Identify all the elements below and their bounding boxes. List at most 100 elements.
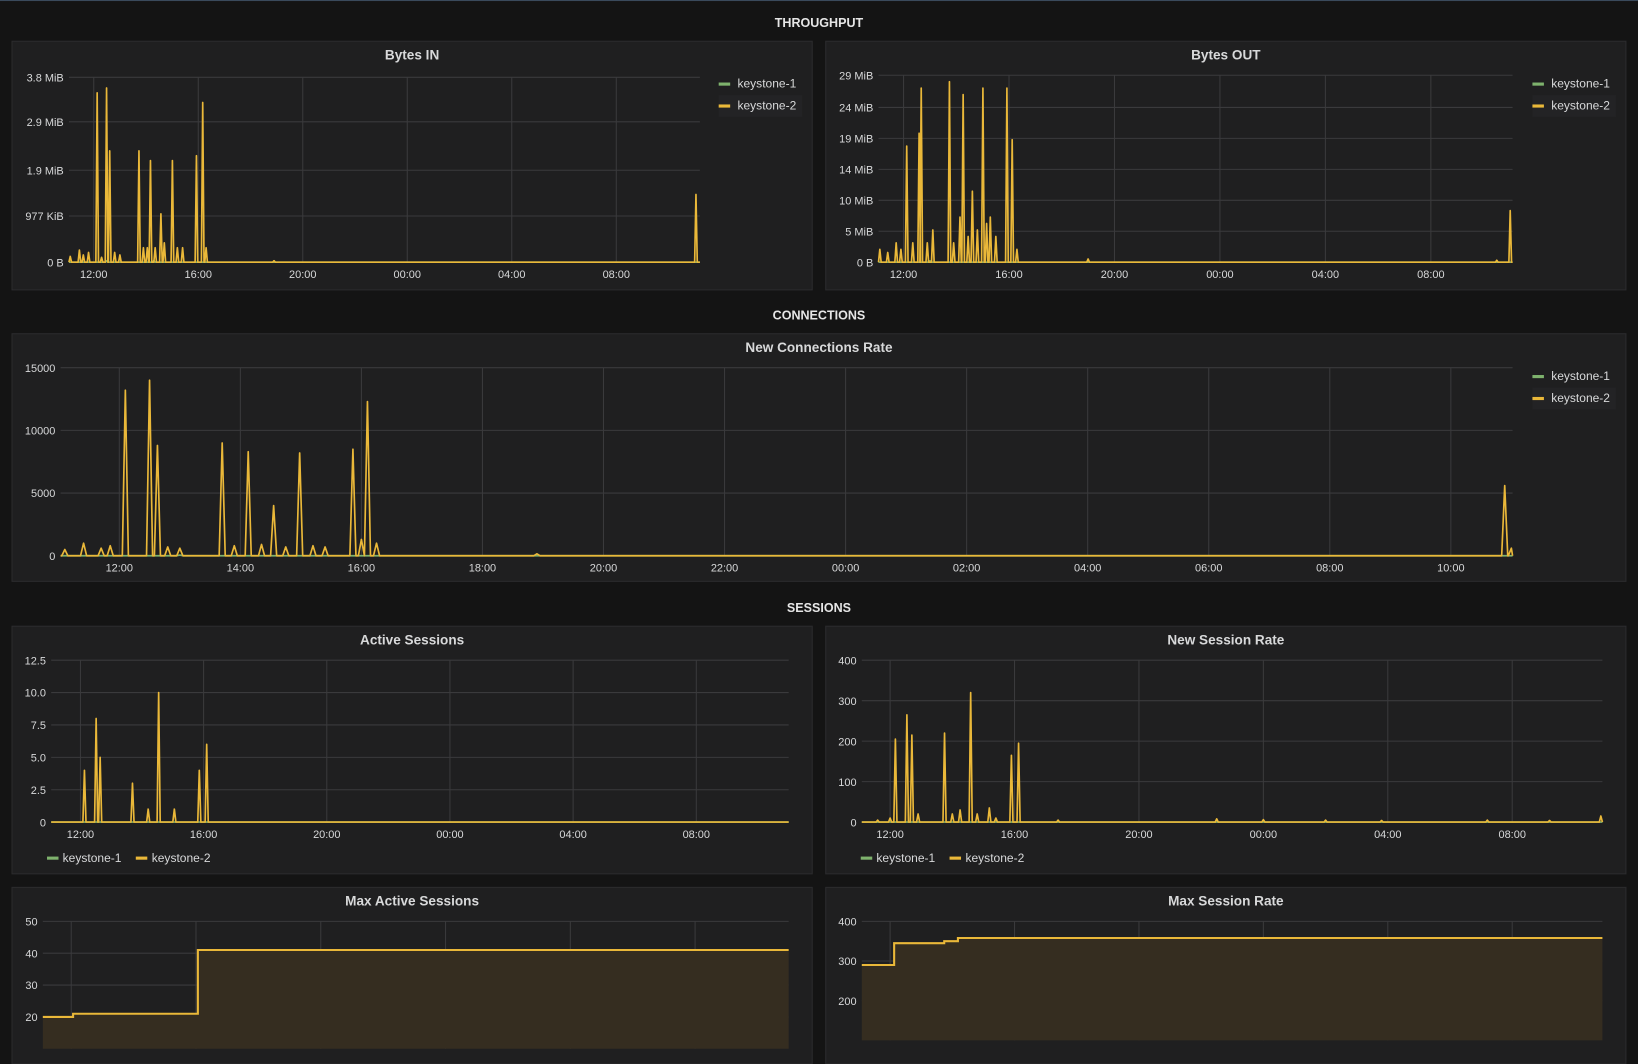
y-tick-label: 7.5 <box>31 720 46 732</box>
x-tick-label: 22:00 <box>711 562 738 574</box>
y-tick-label: 12.5 <box>25 655 46 667</box>
legend: keystone-1 keystone-2 <box>47 847 217 869</box>
panel-title[interactable]: Max Session Rate <box>826 893 1625 909</box>
x-tick-label: 04:00 <box>559 829 586 841</box>
y-tick-label: 14 MiB <box>839 165 873 177</box>
series-color-swatch <box>949 856 962 860</box>
series-area-keystone-2 <box>42 950 789 1049</box>
legend-item-keystone-2[interactable]: keystone-2 <box>1532 387 1617 410</box>
x-tick-label: 12:00 <box>876 829 903 841</box>
y-tick-label: 200 <box>838 736 856 748</box>
y-tick-label: 1.9 MiB <box>27 165 64 177</box>
x-tick-label: 10:00 <box>1437 562 1464 574</box>
x-tick-label: 18:00 <box>469 562 496 574</box>
x-tick-label: 00:00 <box>436 829 463 841</box>
x-tick-label: 00:00 <box>832 562 859 574</box>
chart-active_sessions: 0 2.5 5.0 7.5 10.0 12.5 12:00 16:00 20:00 00:00 04… <box>25 655 789 841</box>
y-tick-label: 300 <box>838 956 856 968</box>
legend-label: keystone-2 <box>1551 99 1611 113</box>
legend-item-keystone-1[interactable]: keystone-1 <box>1532 366 1616 388</box>
legend-item-keystone-2[interactable]: keystone-2 <box>949 847 1031 869</box>
x-tick-label: 12:00 <box>67 829 94 841</box>
x-tick-label: 08:00 <box>683 829 710 841</box>
x-tick-label: 16:00 <box>185 269 212 281</box>
chart-max_active_sessions: 20 30 40 50 <box>25 917 789 1049</box>
legend-label: keystone-1 <box>1551 370 1611 383</box>
row-title-sessions[interactable]: SESSIONS <box>0 601 1638 616</box>
x-tick-label: 04:00 <box>1374 829 1401 841</box>
y-tick-label: 100 <box>838 777 856 789</box>
legend-item-keystone-2[interactable]: keystone-2 <box>136 847 217 869</box>
x-tick-label: 20:00 <box>590 562 617 574</box>
legend-label: keystone-2 <box>151 851 211 865</box>
y-tick-label: 300 <box>838 696 856 708</box>
x-tick-label: 20:00 <box>289 269 316 281</box>
panel-title[interactable]: New Session Rate <box>826 632 1625 648</box>
row-title-throughput[interactable]: THROUGHPUT <box>0 16 1638 31</box>
series-area-keystone-2 <box>861 938 1603 1041</box>
y-tick-label: 50 <box>25 917 37 929</box>
y-tick-label: 10 MiB <box>839 195 873 207</box>
y-tick-label: 40 <box>25 948 37 960</box>
x-tick-label: 16:00 <box>995 269 1022 281</box>
x-tick-label: 08:00 <box>1498 829 1525 841</box>
series-color-swatch <box>136 856 148 860</box>
x-tick-label: 06:00 <box>1195 562 1222 574</box>
y-tick-label: 400 <box>838 917 856 929</box>
series-color-swatch <box>1532 82 1544 86</box>
legend-item-keystone-1[interactable]: keystone-1 <box>718 73 803 95</box>
x-tick-label: 00:00 <box>1250 829 1277 841</box>
y-tick-label: 0 <box>49 551 55 563</box>
series-color-swatch <box>718 82 731 86</box>
x-tick-label: 14:00 <box>227 562 254 574</box>
y-tick-label: 200 <box>838 996 856 1008</box>
chart-bytes_out: 0 B 5 MiB 10 MiB 14 MiB 19 MiB 24 MiB 29 MiB 12… <box>839 70 1513 281</box>
legend: keystone-1 keystone-2 <box>1532 73 1617 117</box>
y-tick-label: 977 KiB <box>25 211 63 223</box>
y-tick-label: 29 MiB <box>839 70 873 82</box>
legend-item-keystone-1[interactable]: keystone-1 <box>1532 73 1616 95</box>
panel-title[interactable]: Max Active Sessions <box>13 893 812 909</box>
y-tick-label: 2.9 MiB <box>27 117 64 129</box>
legend-label: keystone-1 <box>62 851 122 865</box>
panel-title[interactable]: Bytes IN <box>13 47 812 63</box>
x-tick-label: 16:00 <box>190 829 217 841</box>
x-tick-label: 16:00 <box>348 562 375 574</box>
row-title-connections[interactable]: CONNECTIONS <box>0 308 1638 323</box>
x-tick-label: 04:00 <box>1312 269 1339 281</box>
series-color-swatch <box>1532 396 1544 401</box>
y-tick-label: 0 <box>40 817 46 829</box>
series-color-swatch <box>1532 375 1544 379</box>
series-color-swatch <box>860 856 873 860</box>
chart-bytes_in: 0 B 977 KiB 1.9 MiB 2.9 MiB 3.8 MiB 12:00 16:0… <box>25 72 700 281</box>
y-tick-label: 24 MiB <box>839 103 873 115</box>
panel-active-sessions: 0 2.5 5.0 7.5 10.0 12.5 12:00 16:00 20:00 00:00 04… <box>11 625 813 875</box>
panel-title[interactable]: Bytes OUT <box>826 47 1625 63</box>
legend-label: keystone-2 <box>965 851 1025 865</box>
y-tick-label: 2.5 <box>31 785 46 797</box>
panel-bytes-out: 0 B 5 MiB 10 MiB 14 MiB 19 MiB 24 MiB 29 MiB 12… <box>825 40 1627 291</box>
panel-max-session-rate: 200 300 400 Max Session Rate <box>825 886 1627 1064</box>
y-tick-label: 0 <box>850 817 856 829</box>
y-tick-label: 10000 <box>25 426 55 438</box>
panel-title[interactable]: New Connections Rate <box>13 339 1626 355</box>
legend-item-keystone-2[interactable]: keystone-2 <box>718 95 803 117</box>
x-tick-label: 12:00 <box>80 269 107 281</box>
y-tick-label: 5000 <box>31 488 55 500</box>
legend-label: keystone-2 <box>737 99 797 113</box>
legend-item-keystone-1[interactable]: keystone-1 <box>47 847 128 869</box>
y-tick-label: 0 B <box>47 257 63 269</box>
series-color-swatch <box>718 104 731 108</box>
y-tick-label: 400 <box>838 655 856 667</box>
x-tick-label: 08:00 <box>1417 269 1444 281</box>
chart-new_conn: 0 5000 10000 15000 12:00 14:00 16:00 18:00 20:00… <box>25 363 1514 574</box>
series-line-keystone-2 <box>68 87 700 264</box>
legend-item-keystone-1[interactable]: keystone-1 <box>860 847 942 869</box>
series-line-keystone-2 <box>60 379 1514 557</box>
panel-title[interactable]: Active Sessions <box>13 632 812 648</box>
legend-label: keystone-1 <box>737 77 797 91</box>
legend: keystone-1 keystone-2 <box>860 847 1031 869</box>
legend: keystone-1 keystone-2 <box>718 73 803 117</box>
legend-label: keystone-1 <box>1551 77 1611 91</box>
legend-item-keystone-2[interactable]: keystone-2 <box>1532 95 1617 117</box>
